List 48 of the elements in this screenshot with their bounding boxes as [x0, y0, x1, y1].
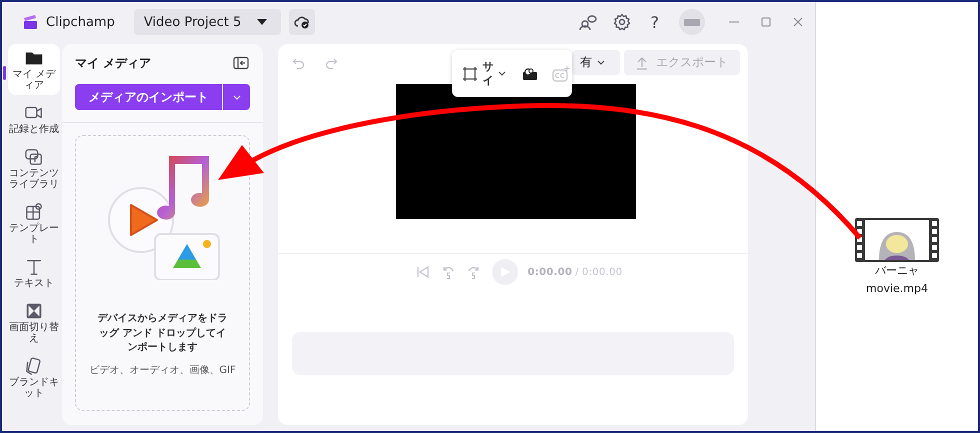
video-file-icon[interactable]	[855, 218, 939, 262]
file-name: movie.mp4	[866, 280, 928, 297]
crop-icon[interactable]	[462, 66, 478, 82]
project-dropdown[interactable]: Video Project 5	[134, 9, 282, 35]
chevron-down-icon	[498, 71, 506, 76]
help-button[interactable]: ?	[646, 12, 663, 32]
filter-icon[interactable]	[522, 66, 538, 80]
nav-item[interactable]: 画面切り替え	[8, 297, 60, 348]
import-options-button[interactable]	[223, 84, 250, 110]
panel-title: マイ メディア	[75, 54, 152, 72]
caret-icon	[257, 19, 268, 25]
nav-item[interactable]: テンプレート	[8, 198, 60, 249]
time-separator: /	[575, 266, 579, 278]
skip-to-start-icon[interactable]	[416, 265, 430, 279]
redo-icon[interactable]	[324, 56, 338, 70]
nav-item[interactable]: コンテンツライブラリ	[8, 143, 60, 194]
app-logo-icon	[22, 14, 38, 30]
nav-item[interactable]: 記録と作成	[8, 99, 60, 139]
current-time: 0:00.00	[528, 266, 572, 278]
size-dropdown[interactable]: サイ	[482, 60, 506, 87]
chevron-down-icon[interactable]	[232, 94, 240, 100]
template-icon	[24, 202, 44, 222]
transition-icon	[24, 301, 44, 321]
supported-formats: ビデオ、オーディオ、画像、GIF	[89, 364, 236, 376]
nav-item[interactable]: ブランドキット	[8, 352, 60, 403]
drop-zone[interactable]: デバイスからメディアをドラッグ アンド ドロップしてインポートします ビデオ、オーディオ、画像、GIF	[75, 135, 250, 411]
app-name: Clipchamp	[46, 14, 115, 30]
undo-icon[interactable]	[292, 56, 306, 70]
people-icon[interactable]	[578, 14, 596, 30]
settings-icon[interactable]	[612, 13, 630, 31]
avatar[interactable]	[679, 9, 705, 35]
file-label: バーニャ	[875, 263, 919, 279]
share-button[interactable]: 有	[572, 50, 620, 75]
collapse-panel-icon[interactable]	[233, 56, 249, 70]
library-icon	[24, 147, 44, 167]
selection-indicator	[3, 66, 6, 80]
total-duration: 0:00.00	[582, 266, 622, 278]
captions-icon[interactable]	[552, 66, 570, 82]
text-icon	[24, 257, 44, 277]
import-media-button[interactable]: メディアのインポート	[75, 84, 222, 110]
maximize-icon[interactable]	[759, 15, 773, 29]
close-icon[interactable]	[791, 15, 805, 29]
drop-instructions: デバイスからメディアをドラッグ アンド ドロップしてインポートします	[96, 312, 228, 355]
cloud-save-button[interactable]	[289, 9, 316, 35]
upload-icon	[636, 56, 648, 70]
cloud-check-icon[interactable]	[294, 15, 310, 29]
nav-item[interactable]: テキスト	[8, 253, 60, 293]
chevron-down-icon	[597, 60, 605, 65]
